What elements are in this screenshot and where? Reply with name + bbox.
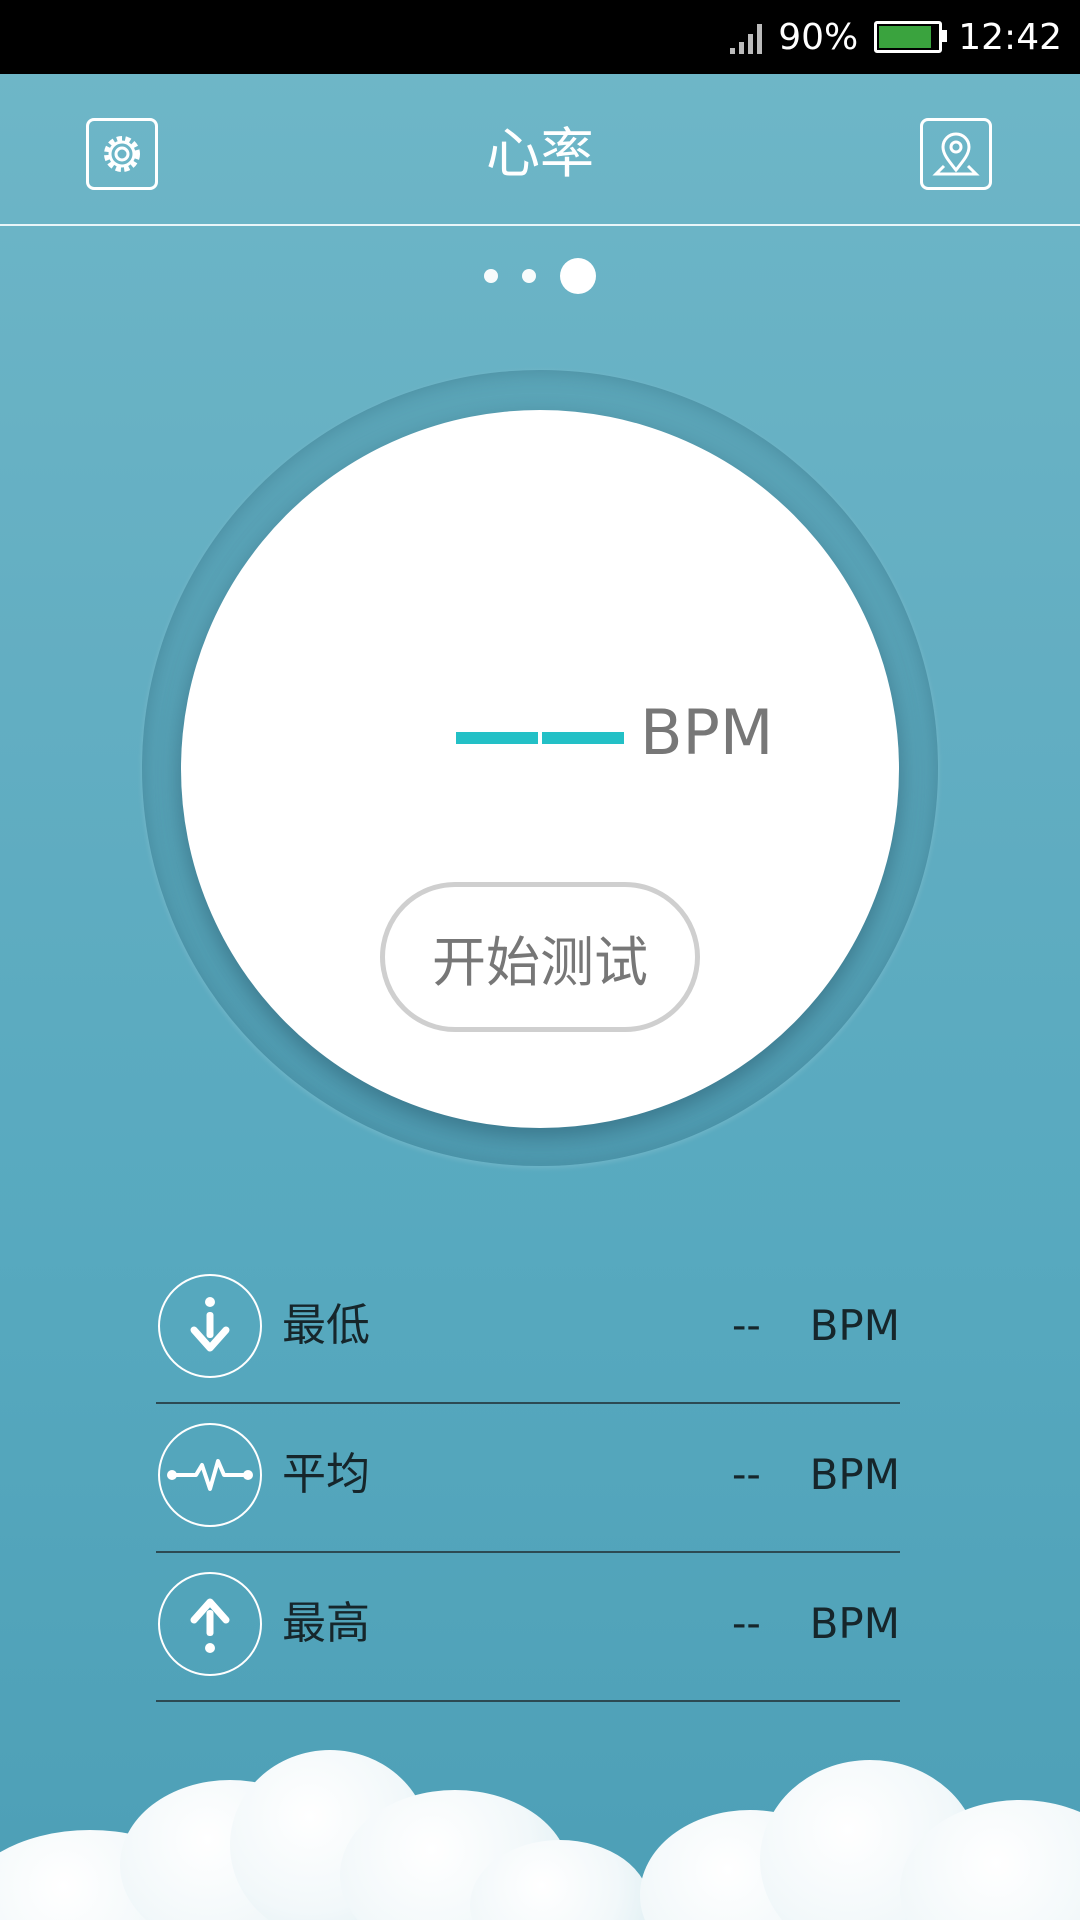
stat-label: 最高 [282, 1598, 370, 1649]
stat-value: -- [732, 1452, 761, 1498]
arrow-down-icon [158, 1274, 262, 1378]
arrow-up-icon [158, 1572, 262, 1676]
bpm-placeholder-dash [456, 732, 538, 744]
status-indicators: 90% 12:42 [730, 0, 1062, 74]
signal-icon [730, 20, 763, 54]
stat-unit: BPM [809, 1599, 900, 1648]
page-dot-3-active[interactable] [560, 258, 596, 294]
battery-icon [874, 21, 948, 53]
clock: 12:42 [958, 16, 1062, 58]
stat-unit: BPM [809, 1450, 900, 1499]
pulse-icon [158, 1423, 262, 1527]
stat-row-max: 最高 -- BPM [156, 1552, 900, 1702]
battery-level-fill [879, 26, 932, 48]
stat-row-average: 平均 -- BPM [156, 1403, 900, 1553]
page-dot-1[interactable] [484, 269, 498, 283]
stat-label: 平均 [282, 1449, 370, 1500]
gauge-unit: BPM [640, 696, 774, 769]
battery-percent: 90% [778, 16, 859, 58]
location-pin-icon [932, 132, 980, 176]
page-dot-2[interactable] [522, 269, 536, 283]
location-button[interactable] [920, 118, 992, 190]
page-indicator [0, 258, 1080, 294]
stat-label: 最低 [282, 1300, 370, 1351]
bpm-placeholder-dash [542, 732, 624, 744]
stat-value: -- [732, 1601, 761, 1647]
clouds-decoration [0, 1720, 1080, 1920]
stat-unit: BPM [809, 1301, 900, 1350]
start-test-button[interactable]: 开始测试 [380, 882, 700, 1032]
stat-row-min: 最低 -- BPM [156, 1254, 900, 1404]
stat-value: -- [732, 1303, 761, 1349]
page-title: 心率 [486, 122, 594, 185]
status-bar: 90% 12:42 [0, 0, 1080, 74]
heart-rate-screen: 90% 12:42 心率 BPM 开始测试 最低 -- BPM 平均 -- BP… [0, 0, 1080, 1920]
app-header: 心率 [0, 74, 1080, 226]
